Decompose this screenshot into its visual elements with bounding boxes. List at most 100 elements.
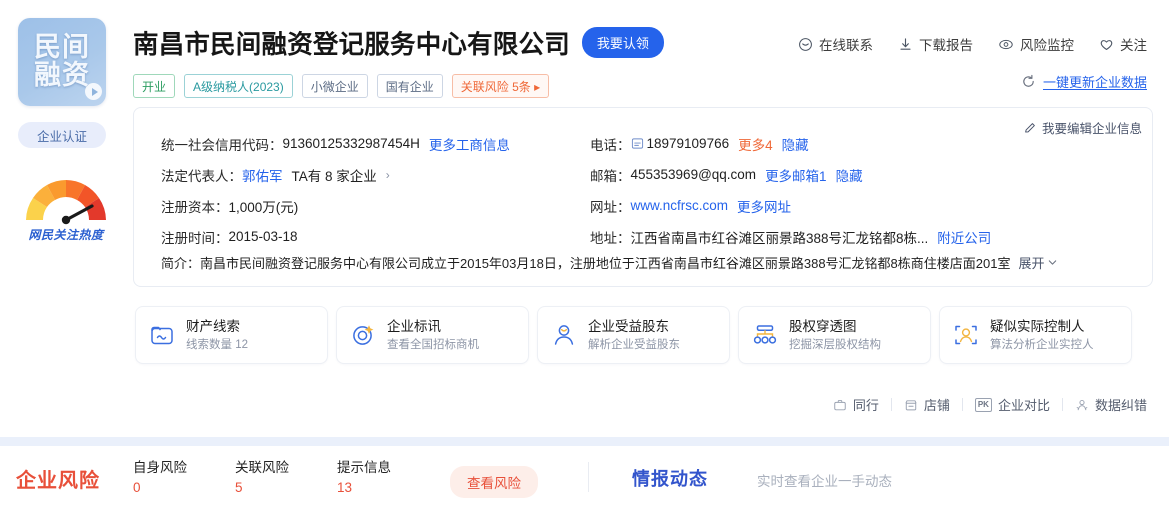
company-tags: 开业 A级纳税人(2023) 小微企业 国有企业 关联风险 5条 ▸	[133, 74, 1153, 98]
more-phones-link[interactable]: 更多4	[738, 134, 773, 154]
hide-phones-link[interactable]: 隐藏	[782, 134, 809, 154]
chat-icon	[799, 37, 812, 51]
info-right-column: 电话： 18979109766 更多4 隐藏 邮箱： 455353969@qq.…	[586, 128, 1152, 252]
description-label: 简介：	[161, 256, 201, 271]
feature-card-property-clue[interactable]: 财产线索 线索数量 12	[135, 306, 328, 364]
info-row-address: 地址： 江西省南昌市红谷滩区丽景路388号汇龙铭都8栋... 附近公司	[586, 221, 1152, 252]
email-label: 邮箱：	[590, 168, 631, 184]
peers-label: 同行	[852, 398, 879, 413]
feature-card-equity-chart[interactable]: 股权穿透图 挖掘深层股权结构	[738, 306, 931, 364]
phone-card-icon	[631, 138, 643, 149]
equity-chart-icon	[753, 325, 777, 344]
download-icon	[900, 37, 911, 50]
risk-related-label: 关联风险	[235, 460, 289, 475]
risk-monitor-label: 风险监控	[1020, 38, 1074, 53]
risk-items: 自身风险 0 关联风险 5 提示信息 13	[133, 458, 391, 498]
risk-section-title: 企业风险	[16, 468, 100, 492]
section-separator	[0, 437, 1169, 446]
certification-label: 企业认证	[36, 129, 87, 144]
tag-taxpayer-grade[interactable]: A级纳税人(2023)	[184, 74, 293, 98]
email-value: 455353969@qq.com	[630, 167, 757, 182]
expand-description-button[interactable]: 展开	[1018, 253, 1058, 272]
claim-company-button[interactable]: 我要认领	[581, 27, 664, 58]
risk-item-notice[interactable]: 提示信息 13	[337, 458, 391, 498]
risk-monitor-button[interactable]: 风险监控	[998, 34, 1074, 54]
phone-value: 18979109766	[646, 136, 730, 151]
legal-rep-name[interactable]: 郭佑军	[242, 165, 283, 185]
shop-label: 店铺	[923, 398, 950, 413]
feature-subtitle: 线索数量 12	[186, 338, 248, 351]
pk-icon: PK	[974, 397, 992, 412]
view-risk-button[interactable]: 查看风险	[450, 466, 538, 498]
data-correction-label: 数据纠错	[1094, 398, 1147, 413]
risk-notice-label: 提示信息	[337, 460, 391, 475]
chevron-down-icon	[1049, 260, 1057, 265]
info-row-email: 邮箱： 455353969@qq.com 更多邮箱1 隐藏	[586, 159, 1152, 190]
company-logo-tile[interactable]: 民间 融资	[18, 18, 106, 106]
risk-self-label: 自身风险	[133, 460, 187, 475]
heart-icon	[1100, 39, 1113, 50]
risk-item-self[interactable]: 自身风险 0	[133, 458, 187, 498]
info-row-legal-representative: 法定代表人： 郭佑军 TA有 8 家企业 ›	[134, 159, 586, 190]
info-row-credit-code: 统一社会信用代码： 91360125332987454H 更多工商信息	[134, 128, 586, 159]
refresh-company-data-button[interactable]: 一键更新企业数据	[1021, 72, 1147, 91]
peers-button[interactable]: 同行	[833, 395, 879, 414]
expand-label: 展开	[1018, 256, 1045, 271]
risk-intel-divider	[588, 462, 589, 492]
feature-title: 财产线索	[186, 318, 240, 334]
registration-date-label: 注册时间：	[161, 230, 229, 246]
registered-capital-label: 注册资本：	[161, 199, 229, 215]
data-correction-button[interactable]: 数据纠错	[1075, 395, 1147, 414]
company-compare-button[interactable]: PK 企业对比	[974, 395, 1050, 414]
certification-badge[interactable]: 企业认证	[18, 122, 106, 148]
risk-summary-bar: 企业风险 自身风险 0 关联风险 5 提示信息 13 查看风险 情报动态 实时查…	[0, 446, 1169, 509]
download-report-label: 下载报告	[919, 38, 973, 53]
page-title: 南昌市民间融资登记服务中心有限公司	[133, 30, 570, 60]
online-contact-label: 在线联系	[819, 38, 873, 53]
company-description-row: 简介： 南昌市民间融资登记服务中心有限公司成立于2015年03月18日，注册地位…	[161, 253, 1138, 272]
tag-related-risk[interactable]: 关联风险 5条 ▸	[451, 74, 550, 98]
header-action-bar: 在线联系 下载报告 风险监控 关注	[798, 34, 1147, 54]
info-row-phone: 电话： 18979109766 更多4 隐藏	[586, 128, 1152, 159]
feature-subtitle: 算法分析企业实控人	[990, 338, 1094, 351]
eye-icon	[999, 39, 1013, 49]
shop-button[interactable]: 店铺	[904, 395, 950, 414]
nearby-companies-link[interactable]: 附近公司	[937, 227, 991, 247]
website-label: 网址：	[590, 199, 631, 215]
property-clue-icon	[151, 326, 173, 345]
refresh-label: 一键更新企业数据	[1042, 75, 1147, 90]
risk-notice-count: 13	[337, 480, 353, 495]
legal-rep-company-count[interactable]: TA有 8 家企业	[292, 165, 377, 185]
download-report-button[interactable]: 下载报告	[898, 34, 973, 54]
risk-related-count: 5	[235, 480, 243, 495]
intel-section-subtitle: 实时查看企业一手动态	[757, 474, 892, 489]
actual-controller-icon	[955, 325, 977, 345]
feature-card-beneficiary-shareholder[interactable]: 企业受益股东 解析企业受益股东	[537, 306, 730, 364]
feature-title: 企业受益股东	[588, 318, 669, 334]
online-contact-button[interactable]: 在线联系	[798, 34, 873, 54]
more-emails-link[interactable]: 更多邮箱1	[765, 165, 827, 185]
follow-button[interactable]: 关注	[1099, 34, 1147, 54]
gauge-label: 网民关注热度	[28, 228, 104, 242]
correction-icon	[1075, 398, 1089, 412]
intel-section-title: 情报动态	[632, 469, 708, 490]
feature-card-bid-news[interactable]: 企业标讯 查看全国招标商机	[336, 306, 529, 364]
tag-small-micro-enterprise[interactable]: 小微企业	[301, 74, 368, 98]
more-websites-link[interactable]: 更多网址	[737, 196, 791, 216]
company-sidebar: 民间 融资 企业认证 网民关注热度	[18, 18, 118, 243]
tag-operating[interactable]: 开业	[133, 74, 176, 98]
registered-capital-value: 1,000万(元)	[228, 199, 299, 215]
risk-item-related[interactable]: 关联风险 5	[235, 458, 289, 498]
shop-icon	[904, 398, 918, 412]
info-left-column: 统一社会信用代码： 91360125332987454H 更多工商信息 法定代表…	[134, 128, 586, 252]
follow-label: 关注	[1120, 38, 1147, 53]
tag-state-owned[interactable]: 国有企业	[376, 74, 443, 98]
more-business-info-link[interactable]: 更多工商信息	[429, 134, 510, 154]
feature-cards-row: 财产线索 线索数量 12 企业标讯 查看全国招标商机 企业受益股东 解析企业受益…	[135, 306, 1132, 364]
company-info-card: 我要编辑企业信息 统一社会信用代码： 91360125332987454H 更多…	[133, 107, 1153, 287]
website-value[interactable]: www.ncfrsc.com	[631, 198, 729, 213]
feature-card-actual-controller[interactable]: 疑似实际控制人 算法分析企业实控人	[939, 306, 1132, 364]
play-icon[interactable]	[85, 83, 102, 100]
feature-title: 股权穿透图	[789, 318, 857, 334]
hide-emails-link[interactable]: 隐藏	[836, 165, 863, 185]
